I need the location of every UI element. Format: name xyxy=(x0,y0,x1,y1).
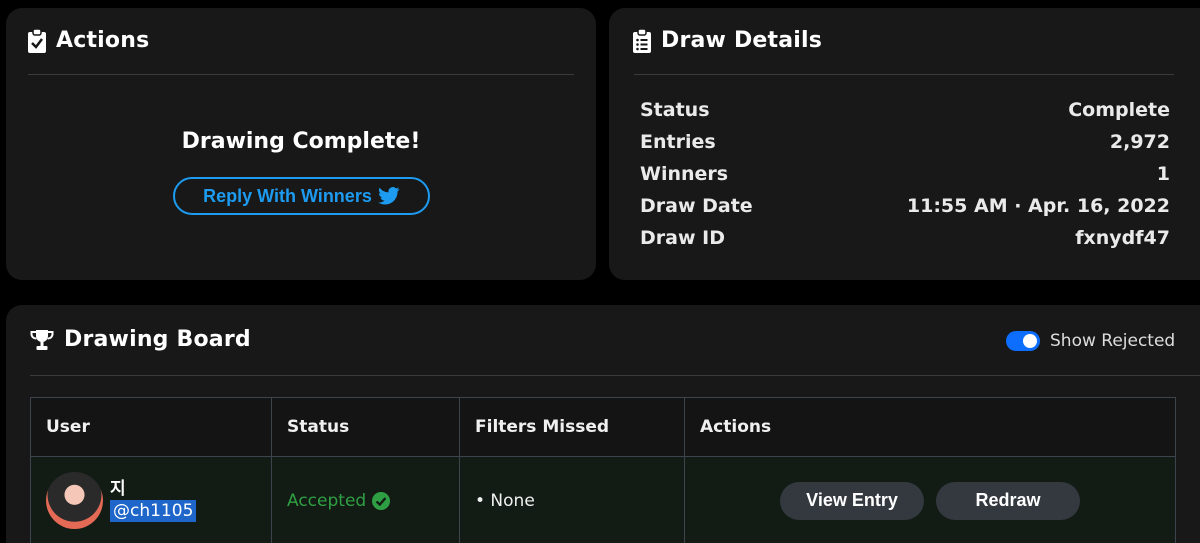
twitter-bird-icon xyxy=(378,187,400,205)
detail-row-entries: Entries 2,972 xyxy=(640,131,1170,153)
drawing-board-divider xyxy=(30,375,1200,376)
redraw-button[interactable]: Redraw xyxy=(936,481,1080,520)
user-handle-link[interactable]: @ch1105 xyxy=(110,499,197,522)
detail-value: 11:55 AM · Apr. 16, 2022 xyxy=(906,195,1170,217)
table-header-row: User Status Filters Missed Actions xyxy=(30,397,1176,457)
draw-details-divider xyxy=(634,74,1174,75)
column-header-status: Status xyxy=(271,397,460,457)
drawing-board-header: Drawing Board xyxy=(30,327,251,352)
clipboard-list-icon xyxy=(633,28,651,53)
reply-with-winners-button[interactable]: Reply With Winners xyxy=(173,177,430,215)
drawing-board-title: Drawing Board xyxy=(64,327,251,352)
detail-label: Draw Date xyxy=(640,195,753,217)
column-header-user: User xyxy=(30,397,272,457)
detail-row-draw-id: Draw ID fxnydf47 xyxy=(640,227,1170,249)
detail-label: Status xyxy=(640,99,710,121)
drawing-board-card: Drawing Board Show Rejected User Status … xyxy=(6,305,1200,543)
show-rejected-label: Show Rejected xyxy=(1050,331,1176,351)
column-header-actions: Actions xyxy=(684,397,1176,457)
actions-divider xyxy=(28,74,574,75)
table-row: 지 @ch1105 Accepted • None View Entry Red… xyxy=(30,456,1176,543)
trophy-icon xyxy=(30,329,54,351)
draw-details-card: Draw Details Status Complete Entries 2,9… xyxy=(609,8,1200,280)
detail-label: Winners xyxy=(640,163,729,185)
status-cell: Accepted xyxy=(271,456,460,543)
status-text: Accepted xyxy=(287,490,367,511)
detail-label: Draw ID xyxy=(640,227,725,249)
actions-cell: View Entry Redraw xyxy=(684,456,1176,543)
show-rejected-toggle-wrap: Show Rejected xyxy=(1006,331,1175,351)
toggle-knob xyxy=(1023,334,1037,348)
entries-table: User Status Filters Missed Actions 지 @ch… xyxy=(30,397,1176,543)
view-entry-button[interactable]: View Entry xyxy=(780,481,924,520)
actions-title: Actions xyxy=(56,28,150,53)
clipboard-check-icon xyxy=(28,28,46,53)
detail-row-draw-date: Draw Date 11:55 AM · Apr. 16, 2022 xyxy=(640,195,1170,217)
detail-value: Complete xyxy=(1068,99,1170,121)
detail-value: fxnydf47 xyxy=(1075,227,1170,249)
detail-value: 2,972 xyxy=(1109,131,1170,153)
detail-value: 1 xyxy=(1156,163,1170,185)
reply-with-winners-label: Reply With Winners xyxy=(203,185,372,206)
user-cell: 지 @ch1105 xyxy=(30,456,272,543)
detail-label: Entries xyxy=(640,131,716,153)
check-circle-icon xyxy=(372,491,391,510)
avatar[interactable] xyxy=(46,472,103,529)
draw-details-header: Draw Details xyxy=(633,28,822,53)
detail-row-status: Status Complete xyxy=(640,99,1170,121)
detail-row-winners: Winners 1 xyxy=(640,163,1170,185)
actions-header: Actions xyxy=(28,28,149,53)
filters-missed-cell: • None xyxy=(459,456,685,543)
drawing-complete-message: Drawing Complete! xyxy=(181,129,421,154)
show-rejected-toggle[interactable] xyxy=(1006,331,1040,351)
column-header-filters-missed: Filters Missed xyxy=(459,397,685,457)
user-name: 지 xyxy=(110,478,126,499)
actions-card: Actions Drawing Complete! Reply With Win… xyxy=(6,8,596,280)
draw-details-title: Draw Details xyxy=(661,28,823,53)
